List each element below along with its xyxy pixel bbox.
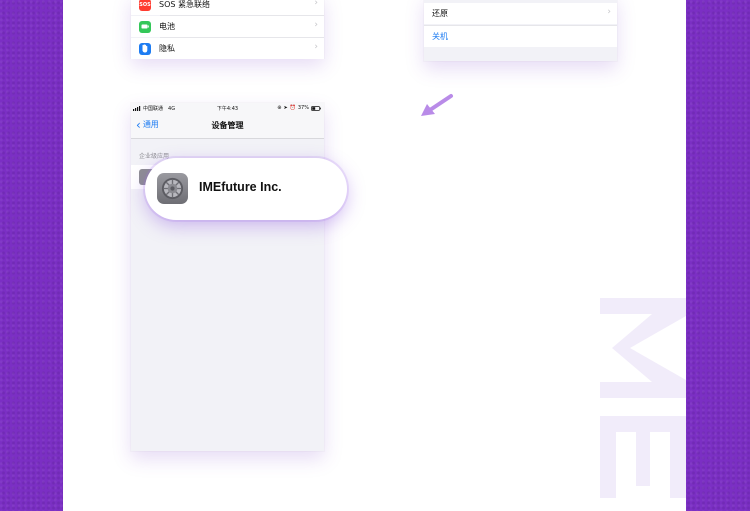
device-management-screen: 中国联通 4G 下午4:43 ⊕ ➤ ⏰ 37% ‹ 通用 设备管理 企业级应用 <box>131 103 324 451</box>
settings-row-label: 隐私 <box>159 44 175 53</box>
lock-rotation-icon: ⊕ <box>277 105 282 111</box>
shutdown-link[interactable]: 关机 <box>432 31 448 42</box>
alarm-icon: ⏰ <box>289 105 296 111</box>
watermark-letter-e <box>600 416 686 498</box>
general-list-card: 还原 › 关机 <box>424 0 617 61</box>
reset-row[interactable]: 还原 › <box>424 3 617 24</box>
battery-percent: 37% <box>297 105 309 111</box>
settings-list-card: SOS SOS 紧急联络 › 电池 › 隐私 › <box>131 0 324 59</box>
location-icon: ➤ <box>283 105 288 111</box>
section-header: 企业级应用 <box>139 153 170 160</box>
shutdown-row[interactable]: 关机 <box>424 25 617 47</box>
settings-gear-icon <box>157 173 188 204</box>
settings-row-label: SOS 紧急联络 <box>159 0 210 9</box>
chevron-right-icon: › <box>314 42 318 52</box>
sos-icon: SOS <box>139 0 151 11</box>
settings-row-privacy[interactable]: 隐私 › <box>131 38 324 59</box>
pointer-arrow-icon <box>421 94 453 116</box>
navigation-bar: ‹ 通用 设备管理 <box>131 114 324 139</box>
watermark-ime <box>600 298 686 498</box>
watermark-letter-m <box>600 298 686 398</box>
enterprise-app-callout[interactable]: IMEfuture Inc. <box>145 158 347 220</box>
battery-status-icon <box>311 105 321 111</box>
settings-row-label: 电池 <box>159 22 175 31</box>
page-title: 设备管理 <box>211 121 244 130</box>
settings-row-battery[interactable]: 电池 › <box>131 16 324 37</box>
chevron-right-icon: › <box>314 0 318 8</box>
status-bar: 中国联通 4G 下午4:43 ⊕ ➤ ⏰ 37% <box>131 103 324 114</box>
battery-icon <box>139 20 151 33</box>
chevron-right-icon: › <box>314 20 318 30</box>
chevron-right-icon: › <box>607 7 611 17</box>
settings-row-sos[interactable]: SOS SOS 紧急联络 › <box>131 0 324 15</box>
content-sheet: SOS SOS 紧急联络 › 电池 › 隐私 › 还原 › 关机 中国联通 4G… <box>63 0 686 511</box>
reset-label: 还原 <box>432 9 448 18</box>
app-name: IMEfuture Inc. <box>199 180 282 194</box>
hand-icon <box>139 42 151 55</box>
